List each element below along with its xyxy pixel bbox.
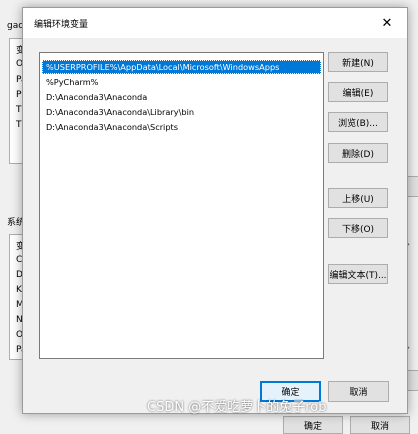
close-button[interactable]: ✕ [367,8,407,38]
edit-button[interactable]: 编辑(E) [328,82,388,102]
path-entry[interactable]: D:\Anaconda3\Anaconda\Library\bin [42,105,321,119]
dialog-title: 编辑环境变量 [34,20,89,30]
path-entry[interactable]: D:\Anaconda3\Anaconda [42,90,321,104]
browse-button[interactable]: 浏览(B)... [328,112,388,132]
delete-button[interactable]: 删除(D) [328,143,388,163]
path-entry[interactable]: %USERPROFILE%\AppData\Local\Microsoft\Wi… [42,60,321,74]
background-ok-button[interactable]: 确定 [283,416,343,434]
path-entry[interactable]: D:\Anaconda3\Anaconda\Scripts [42,120,321,134]
move-down-button[interactable]: 下移(O) [328,218,388,238]
dialog-titlebar[interactable]: 编辑环境变量 ✕ [23,8,407,38]
background-cancel-button[interactable]: 取消 [350,416,410,434]
move-up-button[interactable]: 上移(U) [328,188,388,208]
path-entries-list[interactable]: %USERPROFILE%\AppData\Local\Microsoft\Wi… [39,52,324,359]
edit-env-variable-dialog: 编辑环境变量 ✕ %USERPROFILE%\AppData\Local\Mic… [22,7,408,414]
close-icon: ✕ [381,15,393,31]
path-entry[interactable]: %PyCharm% [42,75,321,89]
cancel-button[interactable]: 取消 [328,381,389,402]
new-button[interactable]: 新建(N) [328,52,388,72]
watermark-text: CSDN @不爱吃萝卜的兔子rob [147,400,327,415]
edit-text-button[interactable]: 编辑文本(T)... [328,264,388,284]
